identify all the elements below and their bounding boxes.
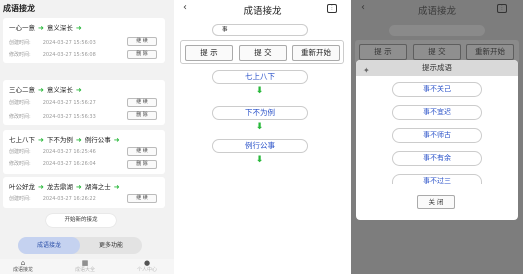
dialog-header: ✦ 提示成语 [356,60,518,76]
created-time: 创建时间: 2024-03-27 15:56:03 [9,40,96,46]
chain-word: 七上八下 [9,136,35,144]
continue-button[interactable]: 继 续 [127,194,157,203]
submit-button[interactable]: 提 交 [239,45,287,61]
arrow-right-icon: ➜ [113,183,120,191]
delete-button[interactable]: 删 除 [127,160,157,169]
segment-more-features[interactable]: 更多功能 [80,237,142,254]
created-time: 创建时间: 2024-03-27 16:26:22 [9,196,96,202]
start-new-chain-button[interactable]: 开始新的接龙 [46,214,116,227]
suggestion-item[interactable]: 事不师古 [392,128,482,143]
arrow-down-icon: ⬇ [255,86,264,96]
chain-words: 七上八下 ➜ 下不为例 ➜ 例行公事 ➜ [9,134,123,144]
chain-word: 叶公好龙 [9,183,35,191]
arrow-right-icon: ➜ [38,86,44,94]
grid-icon: ▦ [81,259,89,267]
arrow-down-icon: ⬇ [255,155,264,165]
chain-word: 三心二意 [9,86,35,94]
arrow-right-icon: ➜ [75,136,82,144]
created-time: 创建时间: 2024-03-27 16:25:46 [9,149,96,155]
delete-button[interactable]: 删 除 [127,50,157,59]
chain-card: 叶公好龙 ➜ 龙去鼎湖 ➜ 湖海之士 ➜ 创建时间: 2024-03-27 16:26:22… [3,177,165,208]
arrow-right-icon: ➜ [75,183,82,191]
close-button[interactable]: 关 闭 [417,195,455,209]
segment-idiom-chain[interactable]: 成语接龙 [18,237,80,254]
chain-card: 一心一意 ➜ 意义深长 ➜ 创建时间: 2024-03-27 15:56:03 修改时间… [3,18,165,63]
chain-words: 一心一意 ➜ 意义深长 ➜ [9,22,85,32]
arrow-right-icon: ➜ [75,86,82,94]
suggestion-item[interactable]: 事不宜迟 [392,105,482,120]
restart-button: 重新开始 [466,44,514,60]
idiom-input [389,25,485,36]
lightbulb-icon: ✦ [363,66,370,75]
chain-word: 一心一意 [9,24,35,32]
chain-word: 龙去鼎湖 [46,183,73,191]
hint-button: 提 示 [359,44,407,60]
dialog-title: 提示成语 [422,63,452,72]
delete-button[interactable]: 删 除 [127,111,157,120]
bottom-nav: ⌂ 成语接龙 ▦ 成语大全 ● 个人中心 [0,259,174,274]
user-icon: ● [143,259,151,267]
segmented-control: 成语接龙 更多功能 [18,237,142,254]
arrow-right-icon: ➜ [38,136,44,144]
page-title: 成语接龙 [3,4,35,13]
hint-dialog-screen: ‹ 成语接龙 ⋮ 提 示 提 交 重新开始 ✦ 提示成语 事不关己 事不宜迟 事… [351,0,523,274]
arrow-right-icon: ➜ [38,183,44,191]
nav-item-dictionary[interactable]: ▦ 成语大全 [65,259,105,273]
chain-card: 三心二意 ➜ 意义深长 ➜ 创建时间: 2024-03-27 15:56:27 修改时间… [3,80,165,125]
arrow-right-icon: ➜ [113,136,120,144]
chain-item: 七上八下 [212,70,308,84]
chain-word: 意义深长 [46,24,73,32]
action-bar: 提 示 提 交 重新开始 [180,40,344,64]
suggestion-item[interactable]: 事不关己 [392,82,482,97]
chain-word: 例行公事 [84,136,111,144]
created-time: 创建时间: 2024-03-27 15:56:27 [9,100,96,106]
arrow-down-icon: ⬇ [255,122,264,132]
nav-item-chain[interactable]: ⌂ 成语接龙 [3,259,43,273]
chain-list-screen: 成语接龙 一心一意 ➜ 意义深长 ➜ 创建时间: 2024-03-27 15:56:03… [0,0,174,274]
chain-words: 叶公好龙 ➜ 龙去鼎湖 ➜ 湖海之士 ➜ [9,181,123,191]
hint-button[interactable]: 提 示 [185,45,233,61]
nav-item-profile[interactable]: ● 个人中心 [127,259,167,273]
modified-time: 修改时间: 2024-03-27 15:56:33 [9,114,96,120]
modified-time: 修改时间: 2024-03-27 16:26:04 [9,161,96,167]
chain-word: 湖海之士 [84,183,111,191]
chain-card: 七上八下 ➜ 下不为例 ➜ 例行公事 ➜ 创建时间: 2024-03-27 16:25:46… [3,130,165,174]
continue-button[interactable]: 继 续 [127,147,157,156]
chain-words: 三心二意 ➜ 意义深长 ➜ [9,84,85,94]
chain-play-screen: ‹ 成语接龙 ⋮ 事 提 示 提 交 重新开始 七上八下 ⬇ 下不为例 ⬇ 例行… [175,0,350,274]
hint-dialog: ✦ 提示成语 事不关己 事不宜迟 事不师古 事不有余 事不过三 关 闭 [356,60,518,220]
chain-word: 意义深长 [46,86,73,94]
page-title: 成语接龙 [243,6,282,17]
continue-button[interactable]: 继 续 [127,37,157,46]
suggestion-item[interactable]: 事不有余 [392,151,482,166]
suggestion-item[interactable]: 事不过三 [392,174,482,184]
idiom-input[interactable]: 事 [212,24,308,36]
chain-item: 例行公事 [212,139,308,153]
arrow-right-icon: ➜ [38,24,44,32]
restart-button[interactable]: 重新开始 [292,45,340,61]
menu-icon[interactable]: ⋮ [497,4,507,13]
modified-time: 修改时间: 2024-03-27 15:56:08 [9,52,96,58]
arrow-right-icon: ➜ [75,24,82,32]
submit-button: 提 交 [413,44,461,60]
continue-button[interactable]: 继 续 [127,98,157,107]
chain-word: 下不为例 [46,136,73,144]
menu-icon[interactable]: ⋮ [327,4,337,13]
home-icon: ⌂ [20,259,26,267]
chain-item: 下不为例 [212,106,308,120]
